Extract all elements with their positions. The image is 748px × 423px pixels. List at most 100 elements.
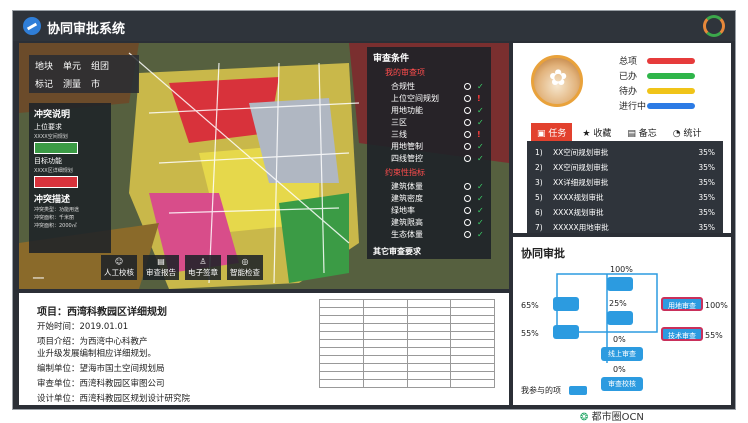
flow-node-top[interactable] (607, 277, 633, 291)
tool-city[interactable]: 市 (91, 77, 100, 90)
review-item-label: 三区 (391, 117, 407, 127)
avatar[interactable] (531, 55, 583, 107)
review-item-label: 合规性 (391, 81, 415, 91)
review-item[interactable]: 三区 ✓ (373, 116, 485, 128)
project-name: 项目：西湾科教园区详细规划 (37, 307, 167, 318)
refresh-icon[interactable] (703, 15, 725, 37)
radio-icon[interactable] (464, 218, 471, 226)
review-item[interactable]: 合规性 ✓ (373, 80, 485, 92)
check-icon: ✓ (477, 217, 484, 227)
review-report-button[interactable]: ▤ 审查报告 (143, 255, 179, 280)
flow-node-left[interactable] (553, 297, 579, 311)
task-pct: 35% (698, 148, 715, 157)
review-item-label: 建筑体量 (391, 181, 423, 191)
e-signature-button[interactable]: ♙ 电子签章 (185, 255, 221, 280)
task-row[interactable]: 7) XXXXX用地审批 35% (535, 220, 715, 235)
radio-icon[interactable] (464, 206, 471, 214)
review-section-mine: 我的审查项 (385, 68, 425, 77)
stamp-icon: ♙ (199, 257, 207, 266)
conflict-desc-label: 冲突描述 (34, 195, 71, 205)
review-item[interactable]: 上位空间规划! (373, 92, 485, 104)
task-row[interactable]: 3) XX详细规划审批 35% (535, 175, 715, 190)
task-pct: 35% (698, 223, 715, 232)
conflict-panel: 冲突说明 上位要求 XXXX空间规划 目标功能 XXXX区详细规划 冲突描述 冲… (29, 103, 111, 253)
review-item[interactable]: 建筑体量 ✓ (373, 180, 485, 192)
legend-done: 已办 (619, 68, 695, 83)
radio-icon[interactable] (464, 142, 471, 150)
tab-memo[interactable]: ▤ 备忘 (621, 123, 663, 142)
task-name: XX空间规划审批 (553, 163, 609, 172)
review-item[interactable]: 用地功能 ✓ (373, 104, 485, 116)
radio-icon[interactable] (464, 94, 471, 102)
tool-group[interactable]: 组团 (91, 59, 109, 72)
tool-parcel[interactable]: 地块 (35, 59, 53, 72)
check-icon: ✓ (477, 229, 484, 239)
indicator-table (319, 299, 495, 388)
task-row[interactable]: 5) XXXX规划审批 35% (535, 190, 715, 205)
project-intro-2: 业升级发展编制相应详细规划。 (37, 349, 157, 359)
project-info-panel: 项目：西湾科教园区详细规划 开始时间：2019.01.01 项目介绍：为西湾中心… (19, 293, 509, 405)
tab-label: 任务 (548, 129, 567, 139)
tech-review-node[interactable]: 技术审查 (661, 327, 703, 341)
manual-check-label: 人工校核 (104, 268, 134, 277)
task-name: XXXX规划审批 (553, 193, 604, 202)
radio-icon[interactable] (464, 194, 471, 202)
radio-icon[interactable] (464, 118, 471, 126)
legend-todo: 待办 (619, 83, 695, 98)
radio-icon[interactable] (464, 230, 471, 238)
my-items-swatch (569, 386, 587, 395)
review-item[interactable]: 用地管制 ✓ (373, 140, 485, 152)
smart-check-button[interactable]: ◎ 智能检查 (227, 255, 263, 280)
tab-favorites[interactable]: ★ 收藏 (576, 123, 618, 142)
conflict-desc-line: 冲突面积：千米丽 (34, 215, 75, 221)
review-check-node[interactable]: 审查校核 (601, 377, 643, 391)
check-icon: ✓ (477, 105, 484, 115)
review-item[interactable]: 建筑密度 ✓ (373, 192, 485, 204)
task-row[interactable]: 2) XX空间规划审批 35% (535, 160, 715, 175)
task-list: 1) XX空间规划审批 35% 2) XX空间规划审批 35% 3) XX详细规划审批 35% 5… (527, 141, 723, 233)
review-item[interactable]: 生态体量 ✓ (373, 228, 485, 240)
radio-icon[interactable] (464, 106, 471, 114)
person-icon: ☺ (114, 257, 124, 266)
review-item-label: 绿地率 (391, 205, 415, 215)
radio-icon[interactable] (464, 82, 471, 90)
task-pct: 35% (698, 163, 715, 172)
wechat-icon: ❂ (580, 412, 589, 423)
review-item-label: 建筑限高 (391, 217, 423, 227)
legend-bar (647, 72, 695, 79)
tab-stats[interactable]: ◔ 统计 (666, 123, 708, 142)
warning-icon: ! (477, 129, 481, 139)
radio-icon[interactable] (464, 130, 471, 138)
upper-requirement-source: XXXX空间规划 (34, 134, 68, 140)
task-row[interactable]: 1) XX空间规划审批 35% (535, 145, 715, 160)
flow-node-left2[interactable] (553, 325, 579, 339)
tool-unit[interactable]: 单元 (63, 59, 81, 72)
land-review-node[interactable]: 用地审查 (661, 297, 703, 311)
map-toolbox: 地块 单元 组团 标记 测量 市 (29, 55, 139, 93)
warning-icon: ! (477, 93, 481, 103)
manual-check-button[interactable]: ☺ 人工校核 (101, 255, 137, 280)
smart-check-label: 智能检查 (230, 268, 260, 277)
map-action-bar: ☺ 人工校核 ▤ 审查报告 ♙ 电子签章 ◎ 智能检查 (101, 255, 263, 280)
tool-mark[interactable]: 标记 (35, 77, 53, 90)
radio-icon[interactable] (464, 182, 471, 190)
project-reviewer: 审查单位：西湾科教园区审图公司 (37, 379, 165, 389)
online-review-node[interactable]: 线上审查 (601, 347, 643, 361)
review-item[interactable]: 三线! (373, 128, 485, 140)
task-row[interactable]: 6) XXXX规划审批 35% (535, 205, 715, 220)
flow-node-mid[interactable] (607, 311, 633, 325)
radio-icon[interactable] (464, 154, 471, 162)
map-panel[interactable]: 地块 单元 组团 标记 测量 市 冲突说明 上位要求 XXXX空间规划 目标功能… (19, 43, 509, 289)
review-item[interactable]: 四线管控 ✓ (373, 152, 485, 164)
upper-requirement-label: 上位要求 (34, 123, 62, 131)
task-pct: 35% (698, 193, 715, 202)
review-item[interactable]: 绿地率 ✓ (373, 204, 485, 216)
tool-measure[interactable]: 测量 (63, 77, 81, 90)
user-panel: 总项 已办 待办 进行中 ▣ 任务 ★ 收藏 ▤ 备忘 ◔ 统计 1) XX空间规… (513, 43, 731, 233)
other-review-requirements[interactable]: 其它审查要求 (373, 246, 485, 257)
app-logo-icon (23, 17, 41, 35)
review-item[interactable]: 建筑限高 ✓ (373, 216, 485, 228)
flow-pct-mid: 25% (609, 299, 627, 308)
project-start: 开始时间：2019.01.01 (37, 322, 129, 332)
tab-tasks[interactable]: ▣ 任务 (531, 123, 573, 142)
